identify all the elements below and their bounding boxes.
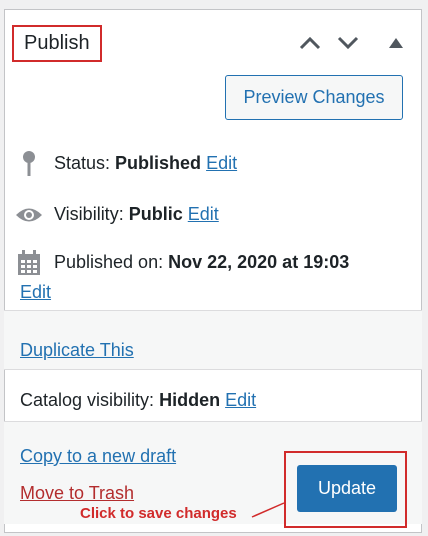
visibility-label: Visibility: bbox=[54, 204, 124, 224]
panel-title: Publish bbox=[24, 32, 90, 54]
visibility-text: Visibility: Public Edit bbox=[54, 204, 219, 225]
catalog-visibility-value: Hidden bbox=[159, 390, 221, 410]
triangle-up-icon[interactable] bbox=[382, 31, 410, 55]
catalog-visibility-label: Catalog visibility: bbox=[20, 390, 155, 410]
panel-title-highlight: Publish bbox=[12, 25, 102, 62]
status-text: Status: Published Edit bbox=[54, 153, 237, 174]
catalog-visibility-section: Catalog visibility: Hidden Edit bbox=[4, 370, 422, 422]
duplicate-section: Duplicate This bbox=[4, 310, 422, 370]
published-on-value: Nov 22, 2020 at 19:03 bbox=[168, 252, 350, 272]
chevron-down-icon[interactable] bbox=[334, 31, 362, 55]
status-value: Published bbox=[115, 153, 202, 173]
update-button[interactable]: Update bbox=[297, 465, 397, 512]
chevron-up-icon[interactable] bbox=[296, 31, 324, 55]
published-on-row: Published on: Nov 22, 2020 at 19:03 Edit bbox=[0, 249, 428, 309]
move-to-trash-link[interactable]: Move to Trash bbox=[20, 483, 134, 504]
visibility-edit-link[interactable]: Edit bbox=[188, 204, 219, 224]
preview-changes-label: Preview Changes bbox=[243, 87, 385, 107]
pin-icon bbox=[14, 150, 44, 178]
eye-icon bbox=[14, 204, 44, 226]
panel-header: Publish bbox=[4, 9, 422, 69]
catalog-visibility-edit-link[interactable]: Edit bbox=[225, 390, 256, 410]
duplicate-this-link[interactable]: Duplicate This bbox=[20, 340, 134, 361]
copy-to-draft-link[interactable]: Copy to a new draft bbox=[20, 446, 176, 467]
update-button-label: Update bbox=[317, 478, 377, 498]
calendar-icon bbox=[14, 249, 44, 277]
published-on-text: Published on: Nov 22, 2020 at 19:03 bbox=[54, 252, 349, 273]
catalog-visibility-text: Catalog visibility: Hidden Edit bbox=[20, 390, 256, 411]
status-edit-link[interactable]: Edit bbox=[206, 153, 237, 173]
published-on-label: Published on: bbox=[54, 252, 164, 272]
published-on-edit-link[interactable]: Edit bbox=[20, 282, 51, 303]
status-label: Status: bbox=[54, 153, 111, 173]
visibility-value: Public bbox=[128, 204, 183, 224]
preview-changes-button[interactable]: Preview Changes bbox=[225, 75, 403, 120]
annotation-text: Click to save changes bbox=[80, 505, 237, 522]
